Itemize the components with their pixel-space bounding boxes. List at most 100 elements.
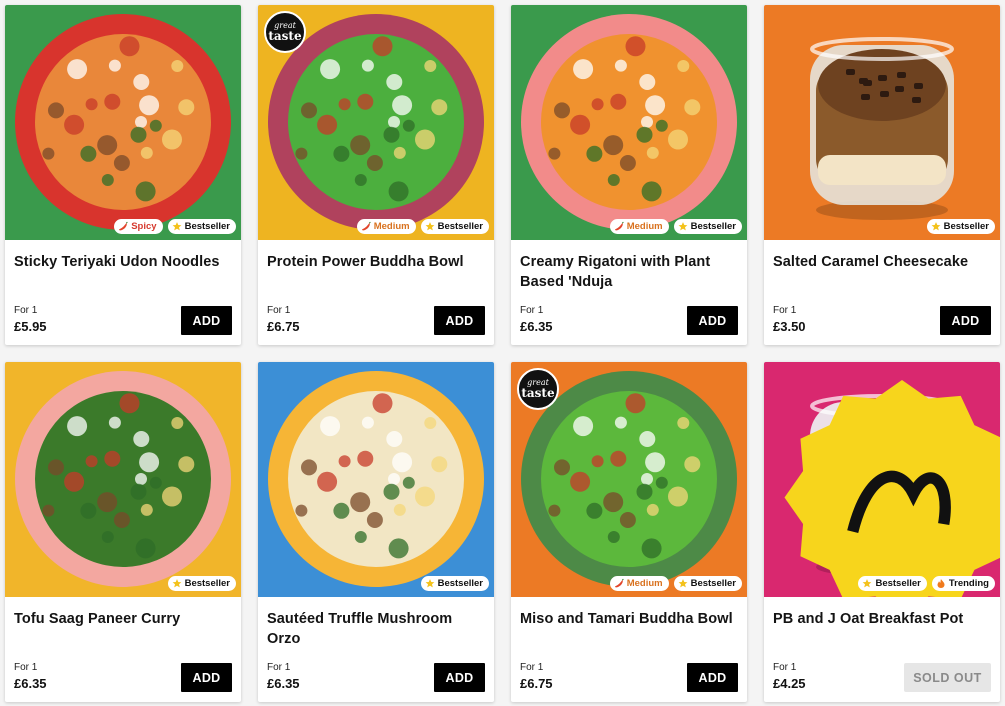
chili-icon <box>361 221 371 232</box>
price-block: For 1 £3.50 <box>773 305 806 335</box>
chili-icon <box>118 221 128 232</box>
add-to-basket-button[interactable]: ADD <box>181 306 232 335</box>
badge-label: Bestseller <box>184 578 230 589</box>
great-taste-award-icon: great taste <box>517 368 559 410</box>
product-footer: For 1 £6.35 ADD <box>520 305 738 335</box>
price-block: For 1 £6.75 <box>267 305 300 335</box>
badge-label: Bestseller <box>943 221 989 232</box>
product-footer: For 1 £5.95 ADD <box>14 305 232 335</box>
product-footer: For 1 £6.35 ADD <box>267 662 485 692</box>
star-icon <box>172 579 182 589</box>
product-title[interactable]: PB and J Oat Breakfast Pot <box>773 609 988 629</box>
product-footer: For 1 £6.75 ADD <box>267 305 485 335</box>
product-footer: For 1 £6.35 ADD <box>14 662 232 692</box>
product-title[interactable]: Creamy Rigatoni with Plant Based 'Nduja <box>520 252 735 292</box>
product-title[interactable]: Sticky Teriyaki Udon Noodles <box>14 252 229 272</box>
bestseller-badge: Bestseller <box>420 219 489 234</box>
food-photo <box>5 362 241 597</box>
price-block: For 1 £6.35 <box>14 662 47 692</box>
product-grid: Spicy Bestseller Sticky Teriyaki Udon Noo… <box>0 0 1005 706</box>
badge-list: Bestseller Trending <box>858 576 995 591</box>
product-card[interactable]: great taste Medium Bestseller Protein Power… <box>258 5 494 345</box>
add-to-basket-button[interactable]: ADD <box>687 306 738 335</box>
product-title[interactable]: Tofu Saag Paneer Curry <box>14 609 229 629</box>
badge-list: Medium Bestseller <box>609 219 742 234</box>
medium-badge: Medium <box>609 576 669 591</box>
chili-icon <box>614 221 624 232</box>
badge-label: Bestseller <box>437 221 483 232</box>
bestseller-badge: Bestseller <box>420 576 489 591</box>
product-card[interactable]: Bestseller Salted Caramel Cheesecake For… <box>764 5 1000 345</box>
star-icon <box>862 579 872 589</box>
product-info: Creamy Rigatoni with Plant Based 'Nduja … <box>511 240 747 345</box>
product-image[interactable]: Bestseller <box>258 362 494 597</box>
product-image[interactable]: Spicy Bestseller <box>5 5 241 240</box>
product-card[interactable]: Bestseller Sautéed Truffle Mushroom Orzo… <box>258 362 494 702</box>
product-price: £4.25 <box>773 676 806 691</box>
bestseller-badge: Bestseller <box>673 576 742 591</box>
star-icon <box>425 222 435 232</box>
badge-label: Medium <box>373 221 410 232</box>
add-to-basket-button[interactable]: ADD <box>181 663 232 692</box>
product-title[interactable]: Protein Power Buddha Bowl <box>267 252 482 272</box>
food-photo <box>511 5 747 240</box>
price-block: For 1 £6.75 <box>520 662 553 692</box>
food-photo <box>258 362 494 597</box>
product-price: £6.35 <box>267 676 300 691</box>
product-card[interactable]: Bestseller Trending PB and J Oat Breakfas… <box>764 362 1000 702</box>
product-title[interactable]: Miso and Tamari Buddha Bowl <box>520 609 735 629</box>
product-image[interactable]: Medium Bestseller <box>511 5 747 240</box>
star-icon <box>425 579 435 589</box>
chili-icon <box>614 578 624 589</box>
product-title[interactable]: Salted Caramel Cheesecake <box>773 252 988 272</box>
great-taste-award-icon: great taste <box>264 11 306 53</box>
product-info: Miso and Tamari Buddha Bowl For 1 £6.75 … <box>511 597 747 702</box>
badge-label: Bestseller <box>875 578 921 589</box>
product-price: £6.75 <box>267 319 300 334</box>
product-info: Salted Caramel Cheesecake For 1 £3.50 AD… <box>764 240 1000 345</box>
trending-badge: Trending <box>931 576 995 591</box>
product-card[interactable]: Spicy Bestseller Sticky Teriyaki Udon Noo… <box>5 5 241 345</box>
made-with-logo-icon <box>784 380 1000 597</box>
portion-size: For 1 <box>520 305 544 316</box>
product-info: Protein Power Buddha Bowl For 1 £6.75 AD… <box>258 240 494 345</box>
add-to-basket-button[interactable]: ADD <box>434 306 485 335</box>
bestseller-badge: Bestseller <box>673 219 742 234</box>
badge-label: Medium <box>626 578 663 589</box>
food-photo <box>764 5 1000 240</box>
badge-label: Bestseller <box>184 221 230 232</box>
product-card[interactable]: great taste Medium Bestseller Miso and Tama… <box>511 362 747 702</box>
add-to-basket-button[interactable]: ADD <box>940 306 991 335</box>
product-footer: For 1 £4.25 SOLD OUT <box>773 662 991 692</box>
award-label-bottom: taste <box>268 29 302 43</box>
product-image[interactable]: Bestseller <box>764 5 1000 240</box>
badge-list: Bestseller <box>926 219 995 234</box>
add-to-basket-button[interactable]: ADD <box>687 663 738 692</box>
award-label-bottom: taste <box>521 386 555 400</box>
price-block: For 1 £6.35 <box>520 305 553 335</box>
product-price: £6.35 <box>14 676 47 691</box>
product-image[interactable]: Bestseller <box>5 362 241 597</box>
price-block: For 1 £5.95 <box>14 305 47 335</box>
product-footer: For 1 £6.75 ADD <box>520 662 738 692</box>
flame-icon <box>936 579 946 589</box>
star-icon <box>678 579 688 589</box>
product-card[interactable]: Bestseller Tofu Saag Paneer Curry For 1 … <box>5 362 241 702</box>
price-block: For 1 £6.35 <box>267 662 300 692</box>
product-image[interactable]: great taste Medium Bestseller <box>258 5 494 240</box>
add-to-basket-button[interactable]: ADD <box>434 663 485 692</box>
product-footer: For 1 £3.50 ADD <box>773 305 991 335</box>
sold-out-button: SOLD OUT <box>904 663 991 692</box>
badge-list: Medium Bestseller <box>609 576 742 591</box>
portion-size: For 1 <box>267 662 291 673</box>
product-card[interactable]: Medium Bestseller Creamy Rigatoni with Pl… <box>511 5 747 345</box>
product-price: £5.95 <box>14 319 47 334</box>
product-image[interactable]: great taste Medium Bestseller <box>511 362 747 597</box>
price-block: For 1 £4.25 <box>773 662 806 692</box>
product-image[interactable]: Bestseller Trending <box>764 362 1000 597</box>
portion-size: For 1 <box>520 662 544 673</box>
badge-list: Bestseller <box>420 576 489 591</box>
portion-size: For 1 <box>267 305 291 316</box>
product-title[interactable]: Sautéed Truffle Mushroom Orzo <box>267 609 482 649</box>
bestseller-badge: Bestseller <box>167 576 236 591</box>
